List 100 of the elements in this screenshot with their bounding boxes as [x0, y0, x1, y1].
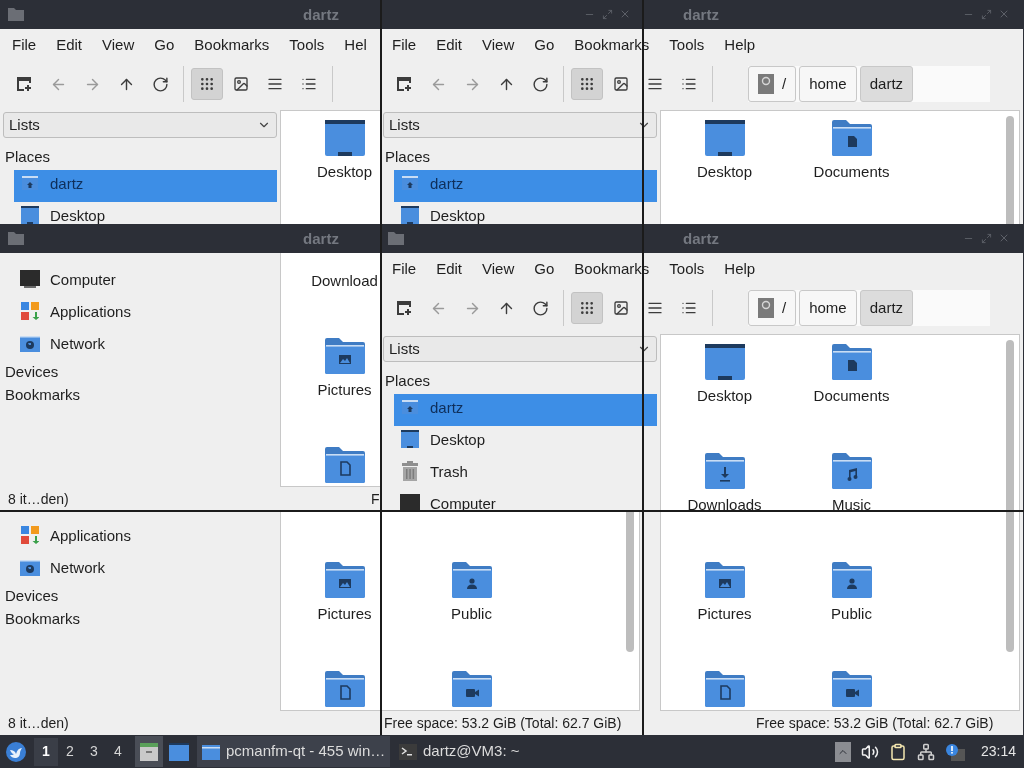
desktop-icon [169, 742, 189, 761]
volume-icon[interactable] [860, 742, 879, 761]
taskbar-task[interactable]: pcmanfm-qt - 455 win… [197, 736, 390, 767]
menu-item[interactable]: File [392, 34, 417, 55]
file-name[interactable]: Public [831, 604, 872, 624]
file-name[interactable]: Desktop [697, 386, 752, 406]
folder-icon[interactable] [324, 447, 365, 483]
folder-icon[interactable] [451, 671, 492, 707]
tray-expand-button[interactable] [834, 741, 851, 762]
sidebar-item[interactable]: Network [14, 554, 277, 586]
menu-item[interactable]: View [102, 34, 135, 55]
icon-view-button[interactable] [571, 68, 603, 100]
reload-icon [531, 299, 549, 317]
notification-icon[interactable] [944, 742, 965, 761]
folder-icon[interactable] [831, 120, 872, 156]
file-name[interactable]: Downloads [687, 495, 762, 511]
workspace-button[interactable]: 3 [82, 737, 106, 766]
maximize-icon [980, 8, 992, 20]
file-name[interactable]: Pictures [697, 604, 752, 624]
lines-icon [647, 76, 663, 92]
free-space-text: Free space: 53.2 GiB (Total: 62.7 GiB) [756, 713, 994, 733]
dropdown[interactable]: Lists [3, 112, 277, 138]
lines-icon [647, 300, 663, 316]
file-name[interactable]: Download [311, 271, 378, 291]
start-menu-button[interactable] [5, 740, 27, 763]
folder-icon[interactable] [831, 671, 872, 707]
menu-item[interactable]: File [392, 258, 417, 279]
path-segment[interactable]: dartz [859, 290, 914, 326]
menu-item[interactable]: Hel [344, 34, 367, 55]
menu-item[interactable]: Bookmarks [194, 34, 270, 55]
sidebar-item[interactable]: Applications [14, 522, 277, 554]
menu-item[interactable]: Go [534, 258, 555, 279]
dropdown[interactable]: Lists [383, 112, 657, 138]
folder-icon[interactable] [831, 453, 872, 489]
dropdown[interactable]: Lists [383, 336, 657, 362]
grid-icon [579, 76, 595, 92]
menu-item[interactable]: Tools [669, 34, 705, 55]
file-name[interactable]: Desktop [697, 162, 752, 182]
folder-icon[interactable] [704, 671, 745, 707]
menu-item[interactable]: Help [724, 34, 756, 55]
path-segment[interactable]: / [748, 290, 797, 326]
folder-icon[interactable] [704, 562, 745, 598]
file-manager-launcher[interactable] [135, 736, 163, 767]
close-icon [998, 8, 1010, 20]
folder-icon[interactable] [831, 562, 872, 598]
window-title: dartz [683, 229, 719, 248]
workspace-button[interactable]: 1 [34, 737, 58, 766]
sidebar-item[interactable]: dartz [14, 170, 277, 202]
folder-icon[interactable] [451, 562, 492, 598]
list-icon [681, 300, 697, 316]
folder-icon [8, 7, 24, 21]
folder-icon[interactable] [324, 562, 365, 598]
menu-item[interactable]: Tools [289, 34, 325, 55]
folder-icon[interactable] [324, 338, 365, 374]
workspace-button[interactable]: 2 [58, 737, 82, 766]
file-name[interactable]: Public [451, 604, 492, 624]
menu-item[interactable]: File [12, 34, 37, 55]
network-icon[interactable] [916, 742, 935, 761]
section-heading: Places [5, 147, 52, 167]
menu-item[interactable]: View [482, 258, 515, 279]
menu-item[interactable]: Go [154, 34, 175, 55]
sidebar-item[interactable]: Computer [14, 266, 277, 298]
path-segment[interactable]: / [748, 66, 797, 102]
folder-icon[interactable] [704, 453, 745, 489]
clipboard-icon[interactable] [888, 742, 907, 761]
image-icon [613, 76, 629, 92]
menu-item[interactable]: View [482, 34, 515, 55]
applications-icon [21, 302, 39, 320]
folder-icon[interactable] [831, 344, 872, 380]
menu-item[interactable]: Edit [436, 258, 463, 279]
section-heading: Places [385, 371, 432, 391]
folder-icon [202, 743, 220, 760]
menu-item[interactable]: Help [724, 258, 756, 279]
icon-view-button[interactable] [191, 68, 223, 100]
menu-item[interactable]: Edit [56, 34, 83, 55]
file-name[interactable]: Documents [813, 162, 890, 182]
path-segment[interactable]: dartz [859, 66, 914, 102]
file-name[interactable]: Pictures [317, 604, 372, 624]
sidebar-item[interactable]: Network [14, 330, 277, 362]
menu-item[interactable]: Go [534, 34, 555, 55]
desktop-icon[interactable] [704, 120, 745, 156]
sidebar-item[interactable]: Applications [14, 298, 277, 330]
path-segment[interactable]: home [799, 66, 857, 102]
desktop-icon[interactable] [704, 344, 745, 380]
file-name[interactable]: Documents [813, 386, 890, 406]
file-name[interactable]: Pictures [317, 380, 372, 400]
menu-item[interactable]: Edit [436, 34, 463, 55]
file-name[interactable]: Desktop [317, 162, 372, 182]
desktop-icon[interactable] [324, 120, 365, 156]
workspace-button[interactable]: 4 [106, 737, 130, 766]
taskbar-task[interactable]: dartz@VM3: ~ [394, 736, 584, 767]
sidebar-item[interactable]: Computer [394, 490, 657, 511]
icon-view-button[interactable] [571, 292, 603, 324]
sidebar-item[interactable]: dartz [394, 394, 657, 426]
menu-item[interactable]: Tools [669, 258, 705, 279]
folder-icon[interactable] [324, 671, 365, 707]
file-name[interactable]: Music [831, 495, 872, 511]
section-heading: Places [385, 147, 432, 167]
path-segment[interactable]: home [799, 290, 857, 326]
sidebar-item[interactable]: dartz [394, 170, 657, 202]
